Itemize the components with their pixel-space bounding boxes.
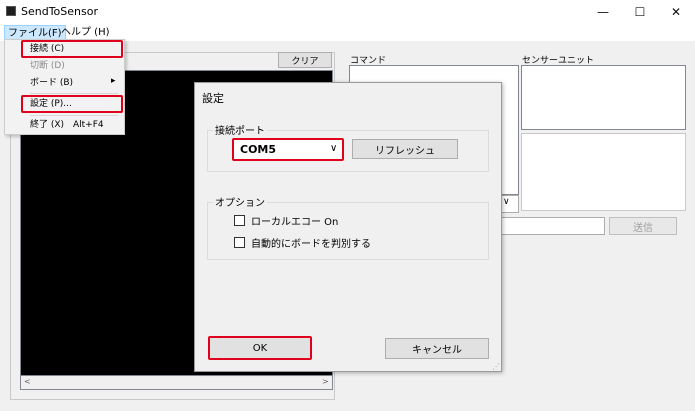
menu-file[interactable]: ファイル(F): [4, 25, 66, 40]
horizontal-scrollbar[interactable]: [20, 376, 333, 390]
menu-item-exit[interactable]: 終了 (X): [30, 118, 64, 132]
scroll-right-icon[interactable]: >: [322, 377, 329, 386]
menu-item-settings[interactable]: 設定 (P)...: [30, 97, 72, 111]
menu-separator: [30, 115, 118, 116]
send-button[interactable]: 送信: [609, 217, 677, 235]
app-icon: [6, 6, 16, 16]
clear-button[interactable]: クリア: [278, 52, 332, 68]
port-group-label: 接続ポート: [213, 122, 267, 137]
menu-item-connect[interactable]: 接続 (C): [30, 42, 64, 56]
menu-item-disconnect[interactable]: 切断 (D): [30, 59, 65, 73]
cancel-button[interactable]: キャンセル: [385, 338, 489, 359]
menu-help[interactable]: ヘルプ (H): [58, 25, 113, 40]
scroll-left-icon[interactable]: <: [24, 377, 31, 386]
auto-detect-checkbox[interactable]: [234, 237, 245, 248]
resize-grip-icon[interactable]: ⋰: [492, 362, 500, 371]
options-group-label: オプション: [213, 194, 267, 209]
chevron-down-icon[interactable]: ∨: [330, 143, 337, 154]
port-value: COM5: [240, 143, 277, 156]
minimize-button[interactable]: —: [586, 0, 620, 24]
submenu-arrow-icon: ▸: [111, 76, 116, 86]
dialog-title: 設定: [202, 92, 224, 105]
chevron-down-icon[interactable]: ∨: [503, 197, 510, 207]
menu-item-board[interactable]: ボード (B): [30, 76, 73, 90]
window-title: SendToSensor: [21, 5, 98, 18]
exit-shortcut: Alt+F4: [73, 120, 104, 130]
local-echo-checkbox[interactable]: [234, 215, 245, 226]
ok-button[interactable]: OK: [208, 336, 312, 360]
close-button[interactable]: ✕: [659, 0, 693, 24]
sensor-unit-list[interactable]: [521, 65, 686, 130]
maximize-button[interactable]: ☐: [623, 0, 657, 24]
sensor-detail-panel[interactable]: [521, 133, 686, 211]
menu-separator: [30, 93, 118, 94]
local-echo-label: ローカルエコー On: [251, 217, 339, 228]
auto-detect-label: 自動的にボードを判別する: [251, 239, 371, 250]
refresh-button[interactable]: リフレッシュ: [352, 139, 458, 159]
options-groupbox: [207, 202, 489, 260]
